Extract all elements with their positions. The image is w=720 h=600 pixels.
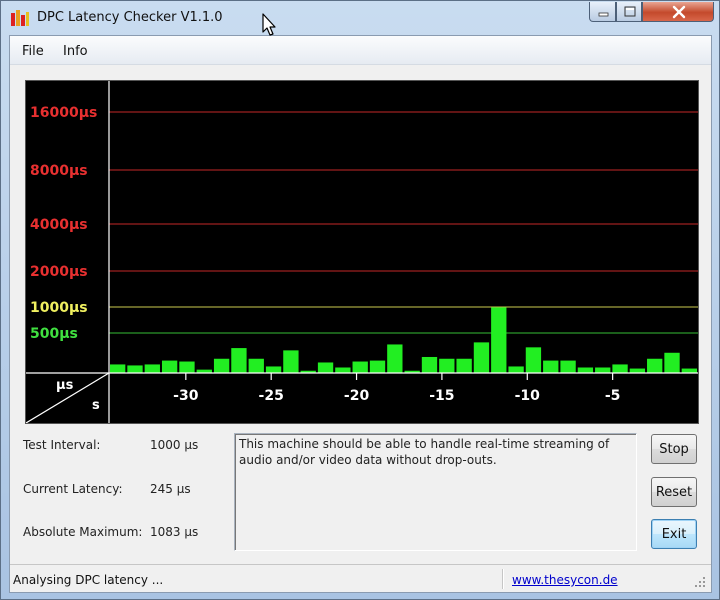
- bar-25: [543, 360, 559, 373]
- menu-bar: File Info: [10, 36, 711, 65]
- window-title: DPC Latency Checker V1.1.0: [37, 10, 223, 25]
- latency-chart-svg: 16000µs 8000µs 4000µs 2000µs 1000µs 500µs µs s -…: [26, 81, 698, 423]
- bar-2: [144, 364, 160, 373]
- bar-0: [110, 364, 126, 373]
- maximize-button[interactable]: [616, 2, 642, 22]
- x-tick-label-5: -5: [605, 388, 621, 404]
- y-tick-label-4000: 4000µs: [30, 217, 88, 233]
- x-tick-label-4: -10: [515, 388, 541, 404]
- maximize-icon: [624, 6, 636, 17]
- x-axis-unit-label: s: [92, 398, 100, 413]
- y-tick-label-500: 500µs: [30, 326, 78, 342]
- bar-15: [369, 360, 386, 373]
- latency-chart: 16000µs 8000µs 4000µs 2000µs 1000µs 500µs µs s -…: [25, 80, 699, 424]
- bar-31: [647, 358, 663, 373]
- resize-grip-icon[interactable]: [695, 577, 707, 589]
- y-tick-label-16000: 16000µs: [30, 105, 97, 121]
- mouse-pointer-icon: [262, 13, 276, 36]
- current-latency-label: Current Latency:: [23, 482, 123, 496]
- status-message-box: This machine should be able to handle re…: [234, 433, 637, 551]
- bar-20: [456, 358, 472, 373]
- menu-file[interactable]: File: [22, 44, 44, 59]
- bar-1: [127, 365, 143, 373]
- client-area: File Info 16000µs 8000µs 4000µs 2000µs 1000µ…: [9, 35, 712, 593]
- close-icon: [672, 5, 686, 19]
- bar-13: [335, 367, 351, 373]
- minimize-icon: [598, 12, 609, 17]
- current-latency-value: 245 µs: [150, 482, 191, 496]
- status-divider: [502, 569, 503, 589]
- bar-33: [681, 368, 697, 373]
- exit-button[interactable]: Exit: [651, 519, 697, 549]
- bar-28: [595, 367, 611, 373]
- bar-19: [439, 358, 455, 373]
- y-tick-label-1000: 1000µs: [30, 300, 88, 316]
- close-button[interactable]: [642, 2, 714, 22]
- bar-graph-icon: [11, 10, 29, 26]
- bar-12: [317, 362, 334, 373]
- absolute-maximum-label: Absolute Maximum:: [23, 525, 143, 539]
- test-interval-label: Test Interval:: [23, 438, 101, 452]
- x-tick-label-2: -20: [344, 388, 370, 404]
- status-bar: Analysing DPC latency ... www.thesycon.d…: [10, 564, 711, 592]
- bar-24: [525, 347, 542, 373]
- bar-4: [179, 361, 195, 373]
- y-axis-unit-label: µs: [56, 378, 74, 393]
- website-link[interactable]: www.thesycon.de: [512, 573, 618, 587]
- y-tick-label-2000: 2000µs: [30, 264, 88, 280]
- bar-16: [387, 344, 403, 373]
- bar-23: [508, 366, 524, 373]
- bar-6: [213, 358, 230, 373]
- x-tick-label-0: -30: [173, 388, 199, 404]
- app-window: DPC Latency Checker V1.1.0 File Info 160…: [0, 0, 720, 600]
- bar-9: [265, 366, 282, 373]
- bar-21: [473, 342, 490, 373]
- bar-10: [283, 350, 299, 373]
- status-message: This machine should be able to handle re…: [239, 437, 610, 467]
- reset-button[interactable]: Reset: [651, 477, 697, 507]
- stop-button[interactable]: Stop: [651, 434, 697, 464]
- bar-14: [352, 361, 368, 373]
- absolute-maximum-value: 1083 µs: [150, 525, 199, 539]
- bar-26: [560, 360, 576, 373]
- title-bar[interactable]: DPC Latency Checker V1.1.0: [1, 1, 719, 35]
- minimize-button[interactable]: [589, 2, 616, 22]
- test-interval-value: 1000 µs: [150, 438, 199, 452]
- bar-18: [421, 356, 438, 373]
- bar-30: [629, 368, 646, 373]
- bar-22: [491, 307, 507, 373]
- x-tick-label-1: -25: [259, 388, 284, 404]
- status-text: Analysing DPC latency ...: [13, 573, 164, 587]
- bar-29: [612, 364, 628, 373]
- bar-7: [231, 348, 247, 373]
- bar-27: [577, 367, 594, 373]
- bar-3: [161, 360, 178, 373]
- x-tick-label-3: -15: [429, 388, 454, 404]
- bar-8: [248, 358, 264, 373]
- bar-32: [664, 352, 680, 373]
- menu-info[interactable]: Info: [63, 44, 88, 59]
- y-tick-label-8000: 8000µs: [30, 163, 88, 179]
